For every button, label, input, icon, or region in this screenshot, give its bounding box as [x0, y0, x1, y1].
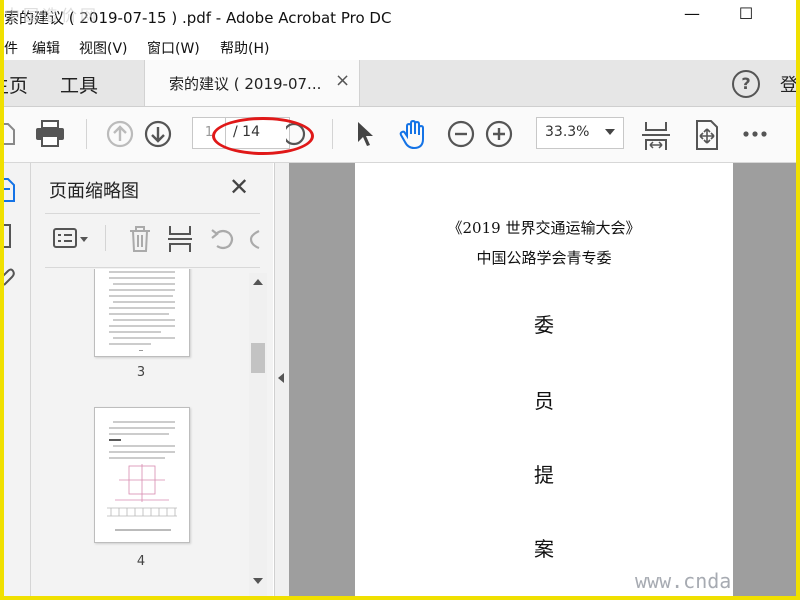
- panel-close-button[interactable]: ✕: [229, 173, 249, 201]
- toolbar-separator: [332, 119, 333, 149]
- panel-toolbar: [45, 221, 260, 255]
- panel-splitter[interactable]: [274, 163, 289, 596]
- bookmarks-icon[interactable]: [4, 223, 18, 249]
- watermark-top-left: 中国造价网: [4, 6, 100, 25]
- panel-toolbar-separator: [105, 225, 106, 251]
- menu-edit[interactable]: 编辑: [32, 38, 60, 58]
- page-thumbnails-icon[interactable]: [4, 177, 18, 203]
- zoom-value: 33.3%: [545, 124, 590, 140]
- document-page: 《2019 世界交通运输大会》 中国公路学会青专委 委 员 提 案: [355, 163, 733, 596]
- thumbnail-options-icon[interactable]: [53, 227, 91, 251]
- main-toolbar: / 14 33.3%: [4, 107, 796, 163]
- save-icon[interactable]: [4, 120, 18, 148]
- menu-window[interactable]: 窗口(W): [147, 38, 200, 58]
- thumbnail-page-3-preview: [109, 271, 175, 351]
- rotate-counterclockwise-icon[interactable]: [209, 227, 237, 251]
- doc-heading-line2: 中国公路学会青专委: [476, 249, 612, 267]
- scroll-up-icon[interactable]: [253, 279, 263, 285]
- zoom-out-icon[interactable]: [447, 120, 475, 148]
- panel-divider: [45, 213, 260, 214]
- more-options-icon[interactable]: [742, 120, 770, 148]
- doc-heading-line1: 《2019 世界交通运输大会》: [447, 219, 641, 237]
- toolbar-separator: [86, 119, 87, 149]
- scroll-down-icon[interactable]: [253, 578, 263, 584]
- zoom-select[interactable]: 33.3%: [536, 117, 624, 149]
- tab-document-label: 索的建议 ( 2019-07...: [169, 75, 322, 93]
- doc-big-char: 提: [534, 463, 554, 487]
- tab-close-button[interactable]: ×: [335, 70, 350, 91]
- print-icon[interactable]: [34, 120, 66, 148]
- doc-big-char: 案: [534, 537, 554, 561]
- rotate-clockwise-icon[interactable]: [249, 227, 261, 251]
- annotation-red-ellipse: [212, 117, 314, 155]
- left-rail: [4, 163, 31, 596]
- watermark-text: www.cnda: [635, 569, 732, 593]
- thumbnail-scrollbar[interactable]: [249, 273, 267, 596]
- menu-file[interactable]: 件: [4, 38, 18, 58]
- menu-bar: 件 编辑 视图(V) 窗口(W) 帮助(H): [4, 34, 796, 60]
- panel-title: 页面缩略图: [49, 181, 139, 202]
- prev-page-icon[interactable]: [106, 120, 134, 148]
- thumbnail-label: 4: [136, 554, 146, 569]
- full-screen-icon[interactable]: [694, 120, 720, 150]
- attachments-icon[interactable]: [4, 267, 18, 287]
- thumbnail-list: 3 4: [31, 269, 249, 596]
- doc-big-char: 委: [534, 313, 554, 337]
- insert-page-icon[interactable]: [167, 225, 193, 253]
- tab-tools[interactable]: 工具: [60, 71, 98, 98]
- tab-document[interactable]: 索的建议 ( 2019-07... ×: [144, 60, 360, 106]
- thumbnail-panel: 页面缩略图 ✕ 3 4: [31, 163, 273, 596]
- thumbnail-page-4[interactable]: [94, 407, 190, 543]
- chevron-down-icon: [605, 129, 615, 135]
- delete-page-icon[interactable]: [127, 225, 153, 253]
- panel-divider: [45, 267, 260, 268]
- menu-view[interactable]: 视图(V): [79, 38, 128, 58]
- document-view: 《2019 世界交通运输大会》 中国公路学会青专委 委 员 提 案 www.cn…: [289, 163, 796, 596]
- minimize-button[interactable]: —: [680, 4, 704, 23]
- zoom-in-icon[interactable]: [485, 120, 513, 148]
- next-page-icon[interactable]: [144, 120, 172, 148]
- thumbnail-page-4-preview: [107, 421, 177, 531]
- menu-help[interactable]: 帮助(H): [220, 38, 269, 58]
- thumbnail-label: 3: [136, 365, 146, 380]
- scrollbar-thumb[interactable]: [251, 343, 265, 373]
- tab-home[interactable]: 主页: [4, 71, 28, 98]
- title-bar: 索的建议 ( 2019-07-15 ) .pdf - Adobe Acrobat…: [4, 0, 796, 34]
- doc-big-char: 员: [534, 389, 554, 413]
- thumbnail-page-3[interactable]: [94, 269, 190, 357]
- select-tool-icon[interactable]: [354, 120, 376, 148]
- maximize-button[interactable]: ☐: [734, 4, 758, 23]
- collapse-panel-icon[interactable]: [278, 373, 284, 383]
- acrobat-window: 中国造价网 索的建议 ( 2019-07-15 ) .pdf - Adobe A…: [4, 0, 796, 596]
- hand-tool-icon[interactable]: [398, 120, 428, 150]
- fit-page-icon[interactable]: [642, 120, 670, 152]
- login-button[interactable]: 登: [780, 71, 796, 97]
- tab-bar: 主页 工具 索的建议 ( 2019-07... × ? 登: [4, 60, 796, 107]
- help-button[interactable]: ?: [732, 70, 760, 98]
